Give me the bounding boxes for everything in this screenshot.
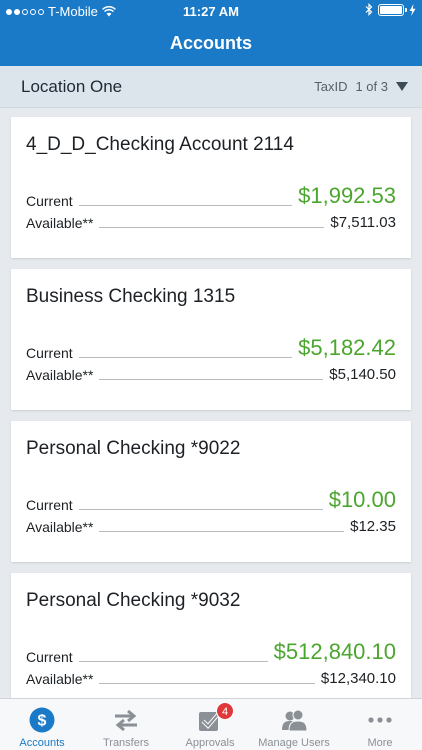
tab-label: More xyxy=(367,737,393,749)
account-card[interactable]: Personal Checking *9032 Current $512,840… xyxy=(11,573,411,714)
leader-line xyxy=(78,661,268,662)
available-label: Available** xyxy=(26,519,94,535)
account-name: Personal Checking *9022 xyxy=(26,438,241,459)
taxid-label: TaxID xyxy=(314,79,348,94)
users-icon xyxy=(282,709,308,732)
battery-icon xyxy=(378,3,407,16)
location-bar[interactable]: Location One TaxID 1 of 3 xyxy=(0,66,422,108)
available-label: Available** xyxy=(26,215,94,231)
account-card[interactable]: Personal Checking *9022 Current $10.00 A… xyxy=(11,421,411,562)
status-time: 11:27 AM xyxy=(183,4,239,19)
available-balance-row: Available** $12.35 xyxy=(26,518,396,535)
current-label: Current xyxy=(26,345,73,361)
charging-bolt-icon xyxy=(409,3,416,16)
transfer-arrows-icon xyxy=(115,709,137,732)
current-balance-row: Current $10.00 xyxy=(26,487,396,513)
leader-line xyxy=(99,531,345,532)
taxid-selector[interactable]: TaxID 1 of 3 xyxy=(314,79,408,94)
account-card[interactable]: Business Checking 1315 Current $5,182.42… xyxy=(11,269,411,410)
available-balance-row: Available** $7,511.03 xyxy=(26,214,396,231)
account-card[interactable]: 4_D_D_Checking Account 2114 Current $1,9… xyxy=(11,117,411,258)
leader-line xyxy=(78,509,323,510)
account-name: Business Checking 1315 xyxy=(26,286,236,307)
tab-bar: $ Accounts Transfers 4 Approvals Manage … xyxy=(0,698,422,750)
current-balance-row: Current $1,992.53 xyxy=(26,183,396,209)
current-balance: $5,182.42 xyxy=(298,335,396,360)
location-name: Location One xyxy=(21,77,123,96)
status-right xyxy=(365,3,416,16)
tab-approvals[interactable]: 4 Approvals xyxy=(168,699,252,750)
tab-accounts[interactable]: $ Accounts xyxy=(0,699,84,750)
leader-line xyxy=(78,357,293,358)
dollar-icon: $ xyxy=(29,707,55,733)
current-balance: $1,992.53 xyxy=(298,183,396,208)
account-name: 4_D_D_Checking Account 2114 xyxy=(26,134,294,155)
available-balance: $12.35 xyxy=(350,518,396,535)
available-balance-row: Available** $12,340.10 xyxy=(26,670,396,687)
current-label: Current xyxy=(26,649,73,665)
bluetooth-icon xyxy=(365,3,373,16)
tab-label: Manage Users xyxy=(258,737,330,749)
tab-label: Transfers xyxy=(102,737,150,749)
tab-label: Accounts xyxy=(19,737,65,749)
approvals-badge: 4 xyxy=(216,702,234,720)
page-title: Accounts xyxy=(169,33,252,53)
available-balance: $7,511.03 xyxy=(330,214,396,231)
current-balance: $10.00 xyxy=(328,487,396,512)
available-balance: $12,340.10 xyxy=(320,670,396,687)
svg-text:$: $ xyxy=(38,713,47,730)
account-name: Personal Checking *9032 xyxy=(26,590,241,611)
tab-transfers[interactable]: Transfers xyxy=(84,699,168,750)
available-balance: $5,140.50 xyxy=(329,366,396,383)
current-label: Current xyxy=(26,497,73,513)
current-balance: $512,840.10 xyxy=(273,639,396,664)
current-balance-row: Current $512,840.10 xyxy=(26,639,396,665)
leader-line xyxy=(99,683,315,684)
status-bar: T-Mobile 11:27 AM xyxy=(0,0,422,22)
dropdown-caret-icon[interactable] xyxy=(396,82,408,91)
leader-line xyxy=(99,379,324,380)
available-label: Available** xyxy=(26,367,94,383)
tab-more[interactable]: More xyxy=(338,699,422,750)
available-balance-row: Available** $5,140.50 xyxy=(26,366,396,383)
leader-line xyxy=(78,205,293,206)
tab-manage-users[interactable]: Manage Users xyxy=(252,699,336,750)
current-balance-row: Current $5,182.42 xyxy=(26,335,396,361)
current-label: Current xyxy=(26,193,73,209)
more-dots-icon xyxy=(368,717,392,723)
leader-line xyxy=(99,227,325,228)
tab-label: Approvals xyxy=(185,737,235,749)
available-label: Available** xyxy=(26,671,94,687)
taxid-page: 1 of 3 xyxy=(355,79,388,94)
navigation-bar: Accounts xyxy=(0,22,422,66)
